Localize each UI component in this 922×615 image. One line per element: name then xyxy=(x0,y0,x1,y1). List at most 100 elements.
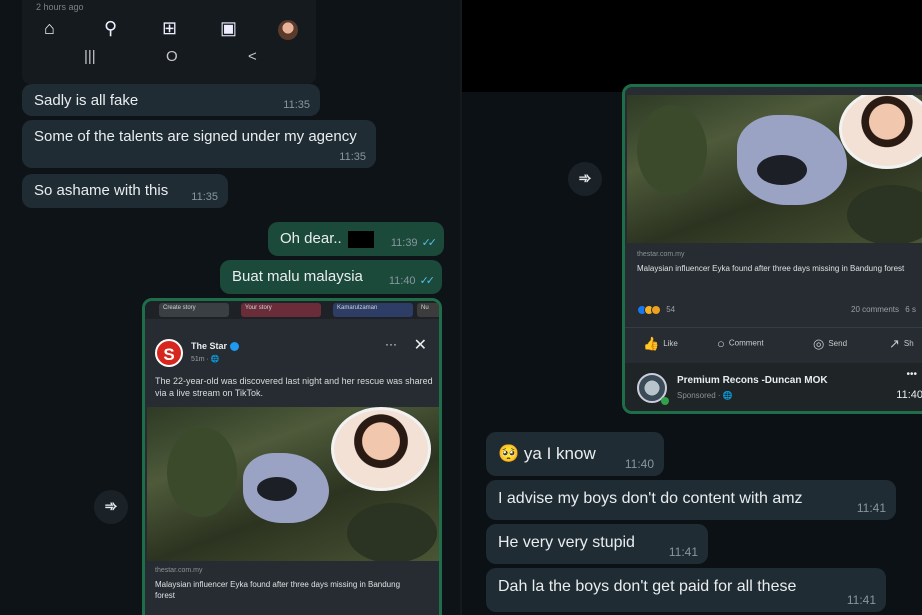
page-name: The Star xyxy=(191,341,240,352)
message-text: Oh dear.. xyxy=(280,230,342,247)
reels-icon: ▣ xyxy=(220,18,238,38)
comment-icon: ○ xyxy=(717,336,725,351)
more-options-icon[interactable]: ••• xyxy=(906,369,917,380)
send-button[interactable]: ◎ Send xyxy=(813,336,847,352)
screenshot-collage: 2 hours ago ⌂ ⚲ ⊞ ▣ ||| O < Sadly is all… xyxy=(0,0,922,615)
message-bubble-outgoing[interactable]: Buat malu malaysia 11:40 ✓✓ xyxy=(220,260,442,294)
close-icon[interactable]: ✕ xyxy=(414,335,427,355)
profile-avatar xyxy=(278,20,298,40)
the-star-logo: S xyxy=(155,339,183,367)
message-time: 11:39 ✓✓ xyxy=(390,236,437,249)
like-label: Like xyxy=(663,339,678,349)
sponsor-meta: Sponsored · 🌐 xyxy=(677,391,733,400)
phone-time-hint: 2 hours ago xyxy=(36,2,84,12)
message-text: Dah la the boys don't get paid for all t… xyxy=(498,578,797,595)
home-button-icon: O xyxy=(166,48,178,65)
send-label: Send xyxy=(828,339,848,349)
reactions-count: 54 xyxy=(666,305,676,315)
shares-count: 6 s xyxy=(905,305,916,314)
forwarded-image-message[interactable]: thestar.com.my Malaysian influencer Eyka… xyxy=(622,84,922,414)
post-caption: The 22-year-old was discovered last nigh… xyxy=(155,376,433,398)
time-text: 11:40 xyxy=(388,275,416,287)
link-source: thestar.com.my xyxy=(155,567,203,574)
sponsor-name: Premium Recons -Duncan MOK xyxy=(677,375,828,386)
post-actions: 👍 Like ○ Comment ◎ Send ↗ Sh xyxy=(625,327,922,357)
right-chat-panel: ➾ thestar.com.my Malaysian influencer Ey… xyxy=(462,0,922,615)
message-time: 11:41 xyxy=(846,593,876,607)
shadow xyxy=(257,477,297,501)
phone-bottom-nav: ⌂ ⚲ ⊞ ▣ xyxy=(22,18,316,46)
message-time: 11:40 ✓✓ xyxy=(388,274,436,287)
forward-icon[interactable]: ➾ xyxy=(568,162,602,196)
message-time: 11:35 xyxy=(283,99,310,111)
post-photo xyxy=(147,407,439,561)
share-button[interactable]: ↗ Sh xyxy=(889,336,914,352)
share-icon: ↗ xyxy=(889,336,900,351)
like-button[interactable]: 👍 Like xyxy=(643,336,678,352)
thumbs-up-icon: 👍 xyxy=(643,336,660,351)
message-bubble[interactable]: Sadly is all fake 11:35 xyxy=(22,84,320,116)
shadow xyxy=(757,155,807,185)
message-bubble[interactable]: Some of the talents are signed under my … xyxy=(22,120,376,168)
add-post-icon: ⊞ xyxy=(162,18,178,38)
reactions-summary: 54 xyxy=(637,305,675,315)
story-friend: Kamarulzaman xyxy=(333,303,413,317)
foliage xyxy=(847,185,922,243)
message-bubble[interactable]: I advise my boys don't do content with a… xyxy=(486,480,896,520)
left-chat-panel: 2 hours ago ⌂ ⚲ ⊞ ▣ ||| O < Sadly is all… xyxy=(0,0,460,615)
story-create: Create story xyxy=(159,303,229,317)
verified-badge-icon xyxy=(230,342,240,352)
back-icon: < xyxy=(248,48,257,65)
message-text: So ashame with this xyxy=(34,182,169,199)
foliage xyxy=(167,427,237,517)
message-bubble[interactable]: Dah la the boys don't get paid for all t… xyxy=(486,568,886,612)
wow-reaction-icon xyxy=(651,305,661,315)
message-time: 11:41 xyxy=(668,545,698,559)
foliage xyxy=(637,105,707,195)
comments-shares: 20 comments 6 s xyxy=(851,305,916,314)
online-indicator xyxy=(661,397,669,405)
post-meta: 51m · 🌐 xyxy=(191,356,220,363)
forwarded-image-message[interactable]: Create story Your story Kamarulzaman Nu … xyxy=(142,298,442,615)
stories-strip: Create story Your story Kamarulzaman Nu xyxy=(145,301,439,319)
time-text: 11:39 xyxy=(390,237,418,249)
post-photo xyxy=(627,95,922,243)
search-icon: ⚲ xyxy=(104,18,118,38)
comment-button[interactable]: ○ Comment xyxy=(717,336,764,351)
comments-count: 20 comments xyxy=(851,305,900,314)
story-own: Your story xyxy=(241,303,321,317)
message-bubble[interactable]: 🥺 ya I know 11:40 xyxy=(486,432,664,476)
message-time: 11:40 xyxy=(624,457,654,471)
home-icon: ⌂ xyxy=(44,18,55,38)
message-text: ya I know xyxy=(523,444,596,463)
page-name-text: The Star xyxy=(191,341,228,351)
message-time: 11:40 xyxy=(896,389,922,401)
cropped-area xyxy=(462,0,922,92)
read-ticks-icon: ✓✓ xyxy=(419,275,436,287)
messenger-icon: ◎ xyxy=(813,336,825,351)
recent-apps-icon: ||| xyxy=(84,48,96,65)
message-time: 11:41 xyxy=(856,501,886,515)
person-inset-photo xyxy=(839,95,922,169)
message-time: 11:35 xyxy=(191,191,218,203)
message-text: Some of the talents are signed under my … xyxy=(34,128,357,145)
pleading-face-emoji: 🥺 xyxy=(498,444,520,463)
message-text: He very very stupid xyxy=(498,534,635,551)
link-title: Malaysian influencer Eyka found after th… xyxy=(155,580,401,600)
message-bubble-outgoing[interactable]: Oh dear.. 11:39 ✓✓ xyxy=(268,222,444,256)
redaction-box xyxy=(347,230,374,248)
story-friend: Nu xyxy=(417,303,439,317)
forwarded-phone-screenshot: 2 hours ago ⌂ ⚲ ⊞ ▣ ||| O < xyxy=(22,0,316,84)
message-text: I advise my boys don't do content with a… xyxy=(498,490,803,507)
message-bubble[interactable]: So ashame with this 11:35 xyxy=(22,174,228,208)
link-source: thestar.com.my xyxy=(637,251,685,258)
message-bubble[interactable]: He very very stupid 11:41 xyxy=(486,524,708,564)
person-inset-photo xyxy=(331,407,431,491)
more-options-icon[interactable]: ··· xyxy=(385,337,397,351)
foliage xyxy=(347,503,437,561)
share-label: Sh xyxy=(903,339,914,349)
message-time: 11:35 xyxy=(339,151,366,163)
message-text: Sadly is all fake xyxy=(34,92,139,109)
message-text: Buat malu malaysia xyxy=(232,268,363,285)
forward-icon[interactable]: ➾ xyxy=(94,490,128,524)
